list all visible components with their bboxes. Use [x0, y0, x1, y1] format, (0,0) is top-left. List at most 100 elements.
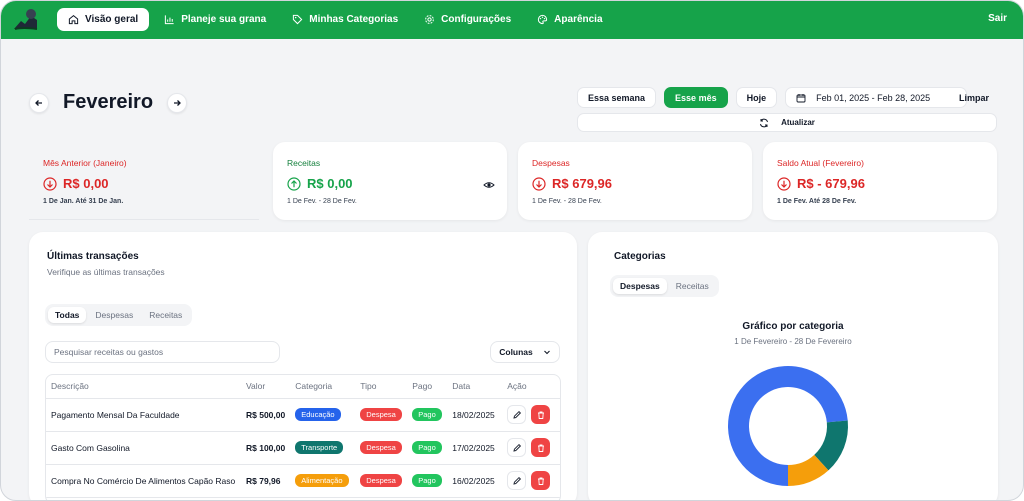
column-header: Categoria [290, 375, 356, 399]
nav-label: Minhas Categorias [309, 14, 399, 25]
trash-icon [537, 477, 544, 485]
cell-actions [502, 431, 560, 465]
calendar-icon [796, 93, 806, 102]
income-card: Receitas R$ 0,00 1 De Fev. - 28 De Fev. [273, 142, 507, 220]
cell-description: Compra No Comércio De Alimentos Capão Ra… [46, 464, 241, 498]
cell-value: R$ 100,00 [241, 431, 291, 465]
arrow-left-icon [35, 99, 42, 106]
card-value-row: R$ 679,96 [532, 176, 738, 191]
column-header: Descrição [46, 375, 241, 399]
cell-paid: Pago [407, 464, 448, 498]
nav-planeje[interactable]: Planeje sua grana [153, 8, 277, 31]
card-period: 1 De Fev. - 28 De Fev. [287, 198, 357, 205]
cell-date: 16/02/2025 [447, 464, 503, 498]
cell-type: Despesa [355, 398, 408, 432]
chart-subtitle: 1 De Fevereiro - 28 De Fevereiro [734, 337, 852, 346]
type-badge: Despesa [360, 408, 402, 421]
card-value-row: R$ - 679,96 [777, 176, 983, 191]
previous-month-card: Mês Anterior (Janeiro) R$ 0,00 1 De Jan.… [29, 142, 259, 220]
chart-title: Gráfico por categoria [742, 321, 844, 332]
palette-icon [538, 14, 548, 25]
column-header: Data [447, 375, 503, 399]
bar-chart-icon [165, 15, 174, 25]
cell-description: Gasto Com Gasolina [46, 431, 241, 465]
card-value: R$ 0,00 [307, 176, 353, 191]
pencil-icon [513, 410, 521, 419]
refresh-button[interactable]: Atualizar [577, 113, 997, 132]
cell-actions [502, 464, 560, 498]
arrow-down-circle-icon [777, 176, 791, 191]
date-range-value: Feb 01, 2025 - Feb 28, 2025 [816, 92, 931, 103]
nav-label: Configurações [441, 14, 512, 25]
logo-icon[interactable] [11, 7, 41, 33]
card-period: 1 De Fev. Até 28 De Fev. [777, 198, 857, 205]
delete-button[interactable] [531, 405, 551, 424]
edit-button[interactable] [507, 471, 527, 490]
cell-category: Transporte [290, 431, 356, 465]
filter-this-week-button[interactable]: Essa semana [577, 87, 657, 108]
cell-actions [502, 398, 560, 432]
date-range-picker[interactable]: Feb 01, 2025 - Feb 28, 2025 [785, 87, 968, 108]
cell-category: Educação [290, 398, 356, 432]
tab-despesas[interactable]: Despesas [88, 307, 140, 323]
paid-badge: Pago [412, 441, 442, 454]
table-row: Gasto Com Gasolina R$ 100,00 Transporte … [46, 431, 560, 465]
logout-link[interactable]: Sair [988, 13, 1007, 24]
categories-tabs: Despesas Receitas [610, 275, 719, 297]
nav-visao-geral[interactable]: Visão geral [57, 8, 150, 31]
clear-filter-button[interactable]: Limpar [959, 93, 989, 103]
edit-button[interactable] [507, 405, 527, 424]
tab-todas[interactable]: Todas [48, 307, 87, 323]
cell-value: R$ 500,00 [241, 398, 291, 432]
card-value: R$ - 679,96 [797, 176, 865, 191]
transactions-tabs: Todas Despesas Receitas [45, 304, 193, 326]
current-balance-card: Saldo Atual (Fevereiro) R$ - 679,96 1 De… [763, 142, 997, 220]
type-badge: Despesa [360, 441, 402, 454]
nav-label: Planeje sua grana [181, 14, 267, 25]
cell-paid: Pago [407, 398, 448, 432]
prev-month-button[interactable] [29, 92, 49, 113]
delete-button[interactable] [531, 471, 551, 490]
nav-label: Aparência [554, 14, 603, 25]
chevron-down-icon [543, 350, 550, 355]
tab-category-despesas[interactable]: Despesas [613, 278, 667, 294]
table-row: Pagamento Mensal Da Faculdade R$ 500,00 … [46, 398, 560, 432]
card-value: R$ 0,00 [63, 176, 109, 191]
table-row: Compra No Comércio De Alimentos Capão Ra… [46, 464, 560, 498]
nav-label: Visão geral [85, 14, 139, 25]
columns-dropdown[interactable]: Colunas [490, 341, 560, 363]
refresh-icon [760, 118, 769, 127]
category-badge: Educação [295, 408, 341, 421]
transactions-subtitle: Verifique as últimas transações [47, 267, 165, 277]
next-month-button[interactable] [167, 92, 188, 113]
nav-aparencia[interactable]: Aparência [526, 8, 613, 31]
nav-configuracoes[interactable]: Configurações [413, 8, 522, 31]
tab-receitas[interactable]: Receitas [142, 307, 189, 323]
expenses-card: Despesas R$ 679,96 1 De Fev. - 28 De Fev… [518, 142, 752, 220]
column-header: Pago [407, 375, 448, 399]
table-header-row: Descrição Valor Categoria Tipo Pago Data… [46, 375, 560, 399]
filter-this-month-button[interactable]: Esse mês [664, 87, 728, 108]
categories-title: Categorias [614, 251, 666, 262]
arrow-down-circle-icon [43, 176, 57, 191]
delete-button[interactable] [531, 438, 551, 457]
nav-categorias[interactable]: Minhas Categorias [281, 8, 409, 31]
paid-badge: Pago [412, 474, 442, 487]
column-header: Valor [241, 375, 291, 399]
cell-category: Alimentação [290, 464, 356, 498]
edit-button[interactable] [507, 438, 527, 457]
tab-category-receitas[interactable]: Receitas [669, 278, 716, 294]
pencil-icon [513, 476, 521, 485]
paid-badge: Pago [412, 408, 442, 421]
date-filters: Essa semana Esse mês Hoje Feb 01, 2025 -… [577, 87, 968, 108]
refresh-label: Atualizar [781, 118, 815, 127]
trash-icon [537, 444, 544, 452]
filter-today-button[interactable]: Hoje [735, 87, 778, 108]
eye-icon[interactable] [483, 179, 495, 191]
gear-icon [425, 15, 435, 24]
search-input[interactable] [45, 341, 280, 363]
card-label: Mês Anterior (Janeiro) [43, 158, 127, 168]
arrow-up-circle-icon [287, 176, 301, 191]
card-period: 1 De Fev. - 28 De Fev. [532, 198, 602, 205]
arrow-down-circle-icon [532, 176, 546, 191]
